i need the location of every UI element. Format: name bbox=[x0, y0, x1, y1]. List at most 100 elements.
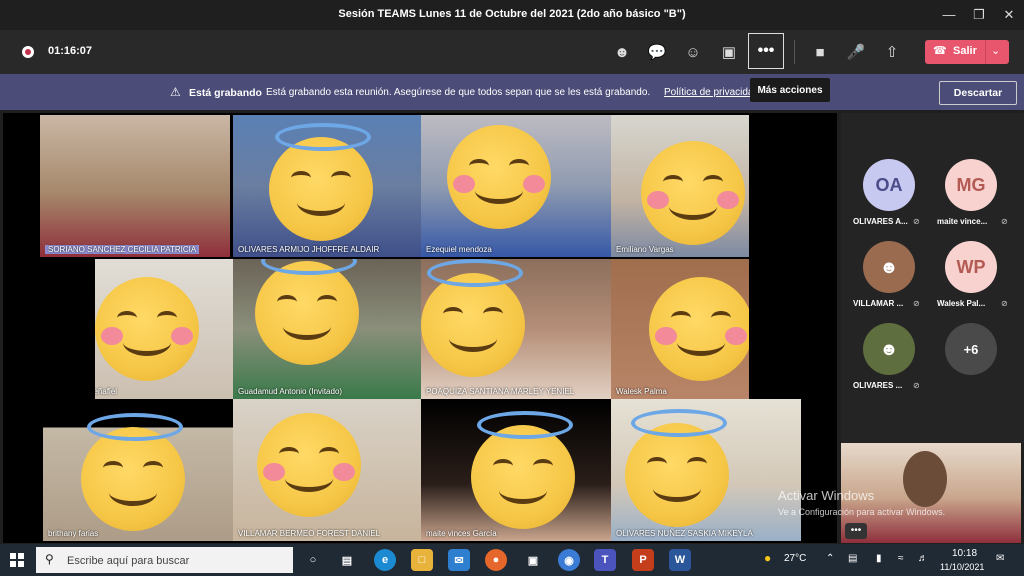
more-participants-button[interactable]: +6 bbox=[945, 323, 997, 375]
cortana-icon[interactable]: ○ bbox=[302, 549, 324, 571]
teams-icon[interactable]: T bbox=[594, 549, 616, 571]
edge-icon[interactable]: e bbox=[374, 549, 396, 571]
warning-icon: ⚠ bbox=[170, 85, 181, 99]
avatar[interactable]: OA bbox=[863, 159, 915, 211]
activation-watermark-sub: Ve a Configuración para activar Windows. bbox=[778, 507, 946, 517]
participant-name: Walesk Pal... bbox=[937, 299, 986, 308]
store-icon[interactable]: ▣ bbox=[522, 549, 544, 571]
video-tile[interactable]: OLIVARES NUÑEZ SASKIA MIKEYLA bbox=[611, 399, 801, 541]
powerpoint-icon[interactable]: P bbox=[632, 549, 654, 571]
avatar-photo: ☻ bbox=[879, 256, 899, 277]
mail-icon[interactable]: ✉ bbox=[448, 549, 470, 571]
smiling-emoji-icon bbox=[257, 413, 361, 517]
leave-button[interactable]: ☎ Salir ⌄ bbox=[925, 40, 1009, 64]
participant-name: Guadamud Antonio (Invitado) bbox=[238, 387, 343, 396]
file-explorer-icon[interactable]: □ bbox=[411, 549, 433, 571]
avatar-initials: MG bbox=[956, 174, 986, 195]
video-tile[interactable]: Guadamud Antonio (Invitado) bbox=[233, 259, 421, 399]
mic-off-icon: ⊘ bbox=[913, 217, 920, 226]
mic-off-icon: ⊘ bbox=[1001, 299, 1008, 308]
clock-date: 11/10/2021 bbox=[940, 562, 985, 572]
smiling-emoji-icon bbox=[649, 277, 749, 381]
activation-watermark: Activar Windows bbox=[778, 488, 875, 503]
avatar[interactable]: ☻ bbox=[863, 241, 915, 293]
people-icon: ☻ bbox=[614, 43, 630, 61]
chat-icon: 💬 bbox=[647, 44, 667, 61]
wifi-icon[interactable]: ≈ bbox=[898, 553, 904, 564]
minimize-button[interactable]: — bbox=[940, 6, 958, 24]
smiling-emoji-icon bbox=[641, 141, 745, 245]
battery-icon[interactable]: ▮ bbox=[876, 553, 882, 564]
participant-name: OLIVARES ARMIJO JHOFFRE ALDAIR bbox=[238, 245, 380, 254]
chevron-down-icon[interactable]: ⌄ bbox=[991, 44, 1000, 57]
share-icon: ⇧ bbox=[885, 44, 899, 61]
firefox-icon[interactable]: ● bbox=[485, 549, 507, 571]
avatar[interactable]: ☻ bbox=[863, 323, 915, 375]
title-bar: Sesión TEAMS Lunes 11 de Octubre del 202… bbox=[0, 0, 1024, 30]
word-icon[interactable]: W bbox=[669, 549, 691, 571]
participant-name: Walesk Palma bbox=[616, 387, 667, 396]
video-tile[interactable]: Emiliano Vargas bbox=[611, 115, 749, 257]
leave-split bbox=[985, 40, 986, 64]
participant-name: maite vince... bbox=[937, 217, 988, 226]
chat-button[interactable]: 💬 bbox=[643, 38, 671, 66]
more-actions-button[interactable]: ••• bbox=[748, 33, 784, 69]
participant-name: Emiliano Vargas bbox=[616, 245, 674, 254]
self-person bbox=[903, 451, 947, 507]
video-tile[interactable]: POAQUIZA SANTIANA MARLEY YENIEL bbox=[421, 259, 611, 399]
video-tile[interactable]: VILLAMAR BERMEO FOREST DANIEL bbox=[233, 399, 421, 541]
close-button[interactable]: ✕ bbox=[1000, 6, 1018, 24]
reactions-button[interactable]: ☺ bbox=[679, 38, 707, 66]
smiling-emoji-icon bbox=[95, 277, 199, 381]
camera-button[interactable]: ■ bbox=[806, 38, 834, 66]
rooms-icon: ▣ bbox=[721, 44, 737, 61]
chevron-up-icon[interactable]: ⌃ bbox=[826, 553, 834, 564]
network-icon[interactable]: ▤ bbox=[848, 553, 857, 564]
participant-name: POAQUIZA SANTIANA MARLEY YENIEL bbox=[426, 387, 575, 396]
notification-icon[interactable]: ✉ bbox=[996, 553, 1004, 564]
video-tile[interactable]: SORIANO SANCHEZ CECILIA PATRICIA bbox=[40, 115, 230, 257]
rooms-button[interactable]: ▣ bbox=[715, 38, 743, 66]
search-icon: ⚲ bbox=[45, 552, 54, 566]
halo-emoji-icon bbox=[421, 259, 525, 377]
meeting-timer: 01:16:07 bbox=[48, 45, 93, 57]
people-button[interactable]: ☻ bbox=[608, 38, 636, 66]
dismiss-button[interactable]: Descartar bbox=[939, 81, 1017, 105]
self-more-button[interactable]: ••• bbox=[845, 523, 867, 539]
volume-icon[interactable]: ♬ bbox=[918, 553, 928, 564]
video-tile[interactable]: maite vinces García bbox=[421, 399, 611, 541]
participant-name: brithany farias bbox=[48, 529, 99, 538]
camera-icon: ■ bbox=[815, 43, 825, 61]
app-circle-icon[interactable]: ◉ bbox=[558, 549, 580, 571]
mic-button[interactable]: 🎤 bbox=[842, 38, 870, 66]
participant-name: OLIVARES ... bbox=[853, 381, 903, 390]
video-gallery: SORIANO SANCHEZ CECILIA PATRICIA OLIVARE… bbox=[3, 113, 837, 543]
weather-icon: ● bbox=[764, 551, 772, 565]
windows-start-icon[interactable] bbox=[10, 553, 24, 567]
halo-emoji-icon bbox=[269, 123, 373, 241]
participant-name: maite vinces García bbox=[426, 529, 497, 538]
avatar[interactable]: WP bbox=[945, 241, 997, 293]
recording-banner: ⚠ Está grabando Está grabando esta reuni… bbox=[0, 74, 1024, 110]
taskbar-search[interactable]: ⚲ Escribe aquí para buscar bbox=[36, 547, 293, 573]
video-tile[interactable]: brithany farias bbox=[43, 399, 233, 541]
privacy-link[interactable]: Política de privacidad bbox=[664, 87, 750, 98]
video-tile[interactable]: Walesk Palma bbox=[611, 259, 749, 399]
maximize-button[interactable]: ❐ bbox=[970, 6, 988, 24]
meeting-toolbar: 01:16:07 ☻ 💬 ☺ ▣ ••• ■ 🎤 ⇧ ☎ Salir ⌄ bbox=[0, 30, 1024, 74]
video-tile[interactable]: sofia López Peñafiel bbox=[95, 259, 233, 399]
video-tile[interactable]: Ezequiel mendoza bbox=[421, 115, 611, 257]
reactions-icon: ☺ bbox=[685, 43, 701, 61]
participant-name: OLIVARES NUÑEZ SASKIA MIKEYLA bbox=[616, 529, 753, 538]
task-view-icon[interactable]: ▤ bbox=[336, 549, 358, 571]
search-placeholder: Escribe aquí para buscar bbox=[67, 555, 190, 567]
avatar[interactable]: MG bbox=[945, 159, 997, 211]
video-tile[interactable]: OLIVARES ARMIJO JHOFFRE ALDAIR bbox=[233, 115, 421, 257]
share-button[interactable]: ⇧ bbox=[878, 38, 906, 66]
toolbar-divider bbox=[794, 40, 795, 64]
mic-off-icon: ⊘ bbox=[913, 381, 920, 390]
weather-temp: 27°C bbox=[784, 553, 807, 564]
mic-off-icon: ⊘ bbox=[913, 299, 920, 308]
avatar-initials: OA bbox=[875, 174, 903, 195]
avatar-photo: ☻ bbox=[879, 338, 899, 359]
